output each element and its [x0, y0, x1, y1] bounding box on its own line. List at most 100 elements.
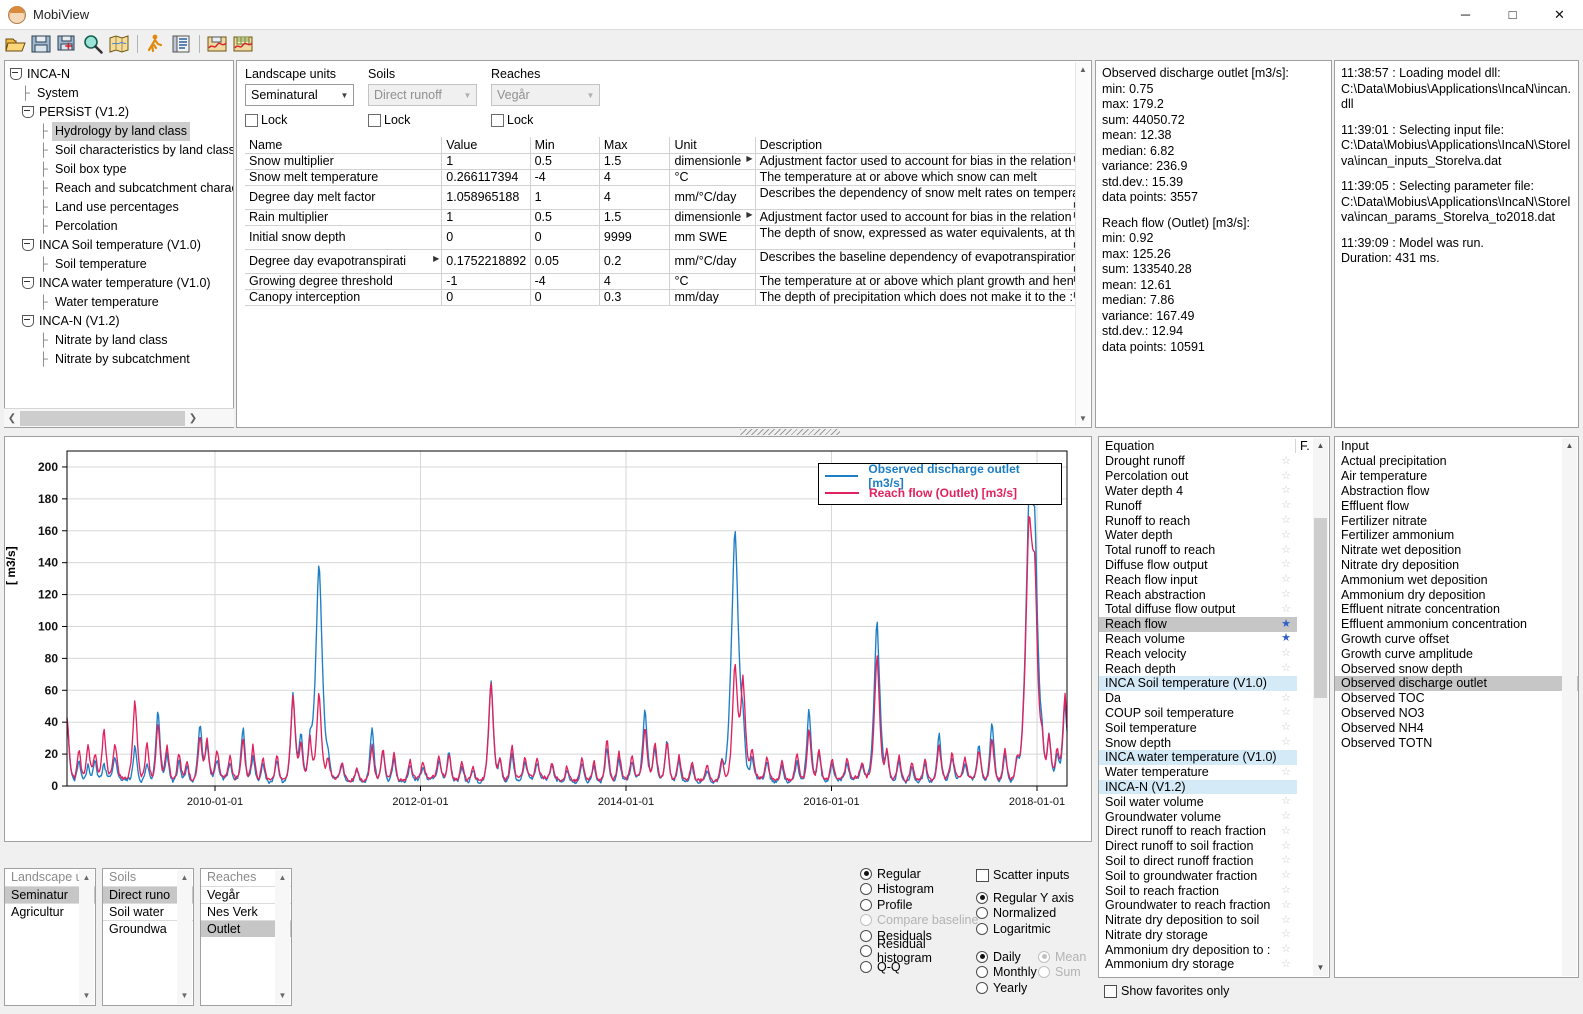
radio-button[interactable] [976, 950, 988, 963]
index-selector-reaches[interactable]: Reaches Vegår Nes Verk Outlet ▲ ▼ [200, 868, 292, 1006]
favorite-star-icon[interactable]: ☆ [1275, 766, 1297, 778]
checkbox-box[interactable] [976, 868, 989, 882]
y-axis-option[interactable]: Logaritmic [976, 921, 1086, 937]
equation-list-item[interactable]: Soil temperature ☆ [1099, 720, 1297, 735]
equation-scrollbar[interactable]: ▲ ▼ [1313, 438, 1328, 976]
param-min[interactable]: 0 [529, 288, 600, 306]
input-list-item[interactable]: Observed snow depth [1335, 661, 1578, 676]
table-row[interactable]: Growing degree threshold -1 -4 4 °C The tempe… [245, 272, 1084, 290]
input-list-item[interactable]: Ammonium wet deposition [1335, 572, 1578, 587]
scroll-thumb[interactable] [20, 410, 185, 426]
plot-type-option[interactable]: Profile [860, 897, 980, 913]
equation-list-item[interactable]: COUP soil temperature ☆ [1099, 706, 1297, 721]
tree-expander-icon[interactable] [21, 105, 34, 118]
param-min[interactable]: -4 [529, 168, 600, 186]
equation-list-item[interactable]: Direct runoff to soil fraction ☆ [1099, 839, 1297, 854]
favorite-star-icon[interactable]: ☆ [1275, 589, 1297, 600]
table-row[interactable]: Initial snow depth 0 0 9999 mm SWE The depth … [245, 224, 1084, 250]
parameter-table[interactable]: Name Value Min Max Unit Description Snow multi… [245, 137, 1084, 306]
tree-node[interactable]: ├ Nitrate by land class [9, 331, 233, 350]
radio-button[interactable] [860, 960, 872, 973]
favorite-star-icon[interactable]: ☆ [1275, 692, 1297, 704]
tree-node[interactable]: ├ Percolation [9, 217, 233, 236]
input-list-item[interactable]: Growth curve offset [1335, 632, 1578, 647]
scroll-up-icon[interactable]: ▲ [1313, 438, 1328, 454]
equation-list-item[interactable]: Reach volume ★ [1099, 632, 1297, 647]
equation-list-item[interactable]: Ammonium dry storage ☆ [1099, 957, 1297, 972]
param-value[interactable]: 0 [441, 224, 531, 250]
param-max[interactable]: 1.5 [598, 208, 671, 226]
table-row[interactable]: Rain multiplier 1 0.5 1.5 dimensionle ▶ Adjust… [245, 208, 1084, 226]
equation-list-item[interactable]: INCA-N (V1.2) [1099, 779, 1297, 795]
input-list-item[interactable]: Air temperature [1335, 469, 1578, 484]
landscape-scrollbar[interactable]: ▲ ▼ [79, 870, 94, 1004]
table-row[interactable]: Degree day evapotranspirati ▶ 0.1752218892… [245, 248, 1084, 274]
favorite-star-icon[interactable]: ★ [1275, 618, 1297, 630]
param-min[interactable]: 0.05 [529, 248, 600, 274]
equation-list-item[interactable]: Soil to groundwater fraction ☆ [1099, 868, 1297, 883]
tree-node[interactable]: ├ Soil box type [9, 160, 233, 179]
table-row[interactable]: Degree day melt factor 1.058965188 1 4 mm/°C… [245, 184, 1084, 210]
scroll-down-icon[interactable]: ▼ [1076, 411, 1090, 426]
lock-group[interactable]: Lock [491, 113, 614, 127]
equation-list-item[interactable]: Water temperature ☆ [1099, 765, 1297, 780]
radio-button[interactable] [976, 922, 988, 935]
equation-list-item[interactable]: Soil to reach fraction ☆ [1099, 883, 1297, 898]
tree-node[interactable]: INCA-N (V1.2) [9, 312, 233, 331]
param-max[interactable]: 0.2 [598, 248, 671, 274]
equation-list-item[interactable]: Reach flow input ☆ [1099, 572, 1297, 587]
tree-expander-icon[interactable] [21, 314, 34, 327]
timestep-option[interactable]: Daily [976, 949, 1038, 965]
favorite-star-icon[interactable]: ☆ [1275, 455, 1297, 467]
param-max[interactable]: 4 [598, 184, 671, 210]
favorite-star-icon[interactable]: ☆ [1275, 529, 1297, 541]
radio-button[interactable] [860, 898, 872, 911]
equation-list-item[interactable]: Da ☆ [1099, 691, 1297, 706]
favorite-star-icon[interactable]: ☆ [1275, 574, 1297, 585]
show-favorites-only-checkbox[interactable]: Show favorites only [1104, 984, 1229, 998]
selector-combo[interactable]: Seminatural ▼ [245, 84, 354, 106]
timestep-options[interactable]: Daily Monthly Yearly [976, 949, 1038, 996]
input-list-item[interactable]: Effluent flow [1335, 498, 1578, 513]
favorite-star-icon[interactable]: ☆ [1275, 958, 1297, 970]
scroll-right-icon[interactable]: ❯ [185, 413, 201, 424]
param-value[interactable]: -1 [441, 272, 531, 290]
input-list-item[interactable]: Effluent nitrate concentration [1335, 602, 1578, 617]
model-structure-tree[interactable]: INCA-N ├ System PERSiST (V1.2) ├ Hydrology by… [4, 60, 234, 428]
scroll-down-icon[interactable]: ▼ [79, 988, 94, 1004]
minimize-button[interactable]: ─ [1442, 0, 1489, 30]
favorite-star-icon[interactable]: ☆ [1275, 855, 1297, 866]
tree-node[interactable]: INCA Soil temperature (V1.0) [9, 236, 233, 255]
y-axis-options[interactable]: Regular Y axis Normalized Logaritmic [976, 890, 1086, 937]
equation-list-item[interactable]: Total diffuse flow output ☆ [1099, 602, 1297, 617]
tree-expander-icon[interactable] [21, 276, 34, 289]
horizontal-splitter[interactable] [740, 429, 840, 435]
favorite-star-icon[interactable]: ☆ [1275, 944, 1297, 955]
chevron-down-icon[interactable]: ▼ [336, 91, 353, 100]
equation-list-item[interactable]: Runoff to reach ☆ [1099, 513, 1297, 528]
param-value[interactable]: 0.266117394 [441, 168, 531, 186]
plot-type-option[interactable]: Regular [860, 866, 980, 882]
equation-list-item[interactable]: Reach velocity ☆ [1099, 646, 1297, 661]
favorite-star-icon[interactable]: ☆ [1275, 515, 1297, 526]
tree-node[interactable]: PERSiST (V1.2) [9, 103, 233, 122]
favorite-star-icon[interactable]: ☆ [1275, 559, 1297, 570]
map-icon[interactable] [108, 33, 130, 55]
input-list-item[interactable]: Observed TOTN [1335, 735, 1578, 750]
tree-node[interactable]: ├ Water temperature [9, 293, 233, 312]
input-list-item[interactable]: Actual precipitation [1335, 454, 1578, 469]
checkbox-box[interactable] [1104, 984, 1117, 998]
equation-list-item[interactable]: Reach flow ★ [1099, 616, 1297, 632]
input-list-item[interactable]: Nitrate dry deposition [1335, 558, 1578, 573]
column-header[interactable]: Value [441, 137, 531, 154]
lock-checkbox[interactable] [245, 113, 258, 127]
table-row[interactable]: Snow multiplier 1 0.5 1.5 dimensionle ▶ Adjust… [245, 152, 1084, 170]
equation-list-item[interactable]: INCA water temperature (V1.0) [1099, 749, 1297, 765]
input-list-item[interactable]: Fertilizer nitrate [1335, 513, 1578, 528]
favorite-star-icon[interactable]: ☆ [1275, 840, 1297, 852]
log-icon[interactable] [170, 33, 192, 55]
soils-scrollbar[interactable]: ▲ ▼ [177, 870, 192, 1004]
param-max[interactable]: 1.5 [598, 152, 671, 170]
equation-list-item[interactable]: Soil water volume ☆ [1099, 794, 1297, 809]
tree-node[interactable]: ├ Hydrology by land class [9, 122, 233, 141]
